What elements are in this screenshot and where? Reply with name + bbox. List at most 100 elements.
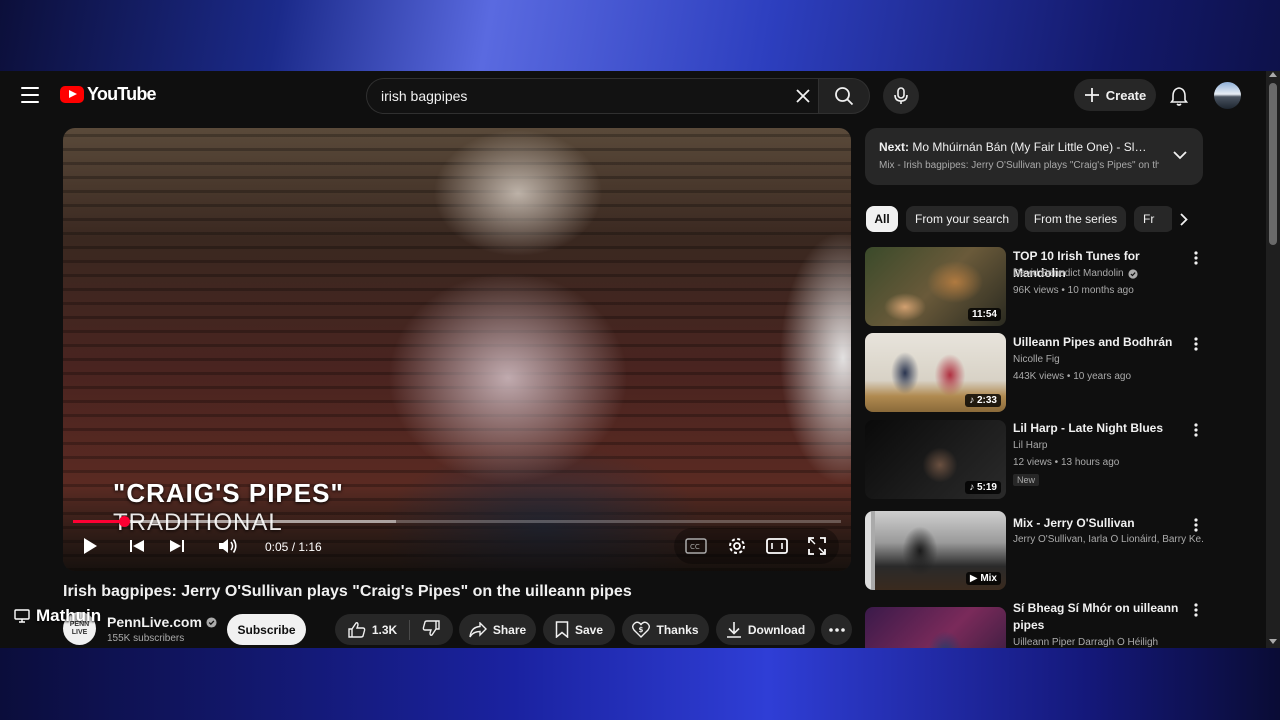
rec-mix-label: ▶ Mix (965, 572, 1001, 585)
logo-text: YouTube (87, 84, 157, 104)
create-button[interactable]: Create (1074, 79, 1156, 111)
rec-meta: 96K views • 10 months ago (1013, 285, 1134, 296)
progress-bar[interactable] (73, 516, 841, 527)
rec-mix-thumbnail[interactable]: ▶ Mix (865, 511, 1006, 590)
fullscreen-button[interactable] (803, 532, 831, 560)
expand-up-next-button[interactable] (1171, 146, 1189, 164)
volume-icon (219, 539, 237, 553)
skip-previous-icon (130, 540, 144, 552)
rec-channel[interactable]: Uilleann Piper Darragh Ó Héiligh (1013, 637, 1203, 648)
bell-icon (1170, 87, 1188, 106)
chevron-down-icon (1173, 150, 1187, 159)
chips-next-button[interactable] (1172, 206, 1196, 232)
rec-title[interactable]: Sí Bheag Sí Mhór on uilleann pipes (1013, 600, 1188, 634)
chip-truncated[interactable]: Fr (1134, 206, 1174, 232)
captions-icon: CC (685, 538, 707, 554)
rec-thumbnail[interactable]: ♪ 2:33 (865, 333, 1006, 412)
share-icon (469, 621, 487, 637)
save-label: Save (574, 622, 604, 637)
fullscreen-icon (808, 537, 826, 555)
thanks-label: Thanks (656, 622, 699, 637)
youtube-play-icon (60, 86, 84, 103)
rec-mix-text: Mix (980, 573, 997, 584)
chip-from-the-series[interactable]: From the series (1025, 206, 1126, 232)
search-button[interactable] (818, 78, 870, 114)
rec-thumbnail[interactable]: 11:54 (865, 247, 1006, 326)
masthead: YouTube Create (0, 71, 1266, 119)
chip-from-your-search[interactable]: From your search (906, 206, 1018, 232)
chip-all[interactable]: All (866, 206, 898, 232)
scroll-thumb[interactable] (1269, 83, 1277, 245)
rec-more-button[interactable] (1186, 334, 1206, 354)
account-avatar[interactable] (1214, 82, 1241, 109)
chevron-right-icon (1180, 212, 1188, 226)
rec-title[interactable]: Lil Harp - Late Night Blues (1013, 420, 1188, 437)
rec-more-button[interactable] (1186, 248, 1206, 268)
rec-meta: 443K views • 10 years ago (1013, 371, 1132, 382)
bookmark-icon (555, 621, 569, 638)
verified-icon (1128, 268, 1138, 279)
rec-channel[interactable]: Lil Harp (1013, 440, 1203, 451)
search-input[interactable] (381, 79, 781, 113)
thumbs-down-icon (422, 620, 440, 636)
notifications-button[interactable] (1164, 81, 1194, 111)
theater-mode-button[interactable] (763, 532, 791, 560)
more-vertical-icon (1194, 518, 1198, 532)
rec-duration: ♪ 2:33 (965, 394, 1001, 407)
share-button[interactable]: Share (459, 614, 536, 645)
scroll-up-arrow[interactable] (1269, 72, 1277, 77)
rec-channel[interactable]: Nicolle Fig (1013, 354, 1203, 365)
svg-text:$: $ (639, 626, 644, 634)
subscriber-count: 155K subscribers (107, 633, 185, 644)
download-icon (726, 622, 741, 638)
scroll-down-arrow[interactable] (1269, 639, 1277, 644)
progress-scrubber[interactable] (118, 516, 130, 527)
subscribe-button[interactable]: Subscribe (227, 614, 306, 645)
clear-search-button[interactable] (790, 83, 816, 109)
desktop-background-band (0, 648, 1280, 720)
rec-channel[interactable]: Jerry O'Sullivan, Iarla Ó Lionáird, Barr… (1013, 534, 1203, 545)
next-button[interactable] (163, 532, 191, 560)
more-vertical-icon (1194, 423, 1198, 437)
progress-played (73, 520, 124, 523)
thumbs-up-icon (348, 621, 366, 638)
dislike-button[interactable] (422, 619, 440, 640)
youtube-logo[interactable]: YouTube (60, 84, 157, 105)
thanks-button[interactable]: $ Thanks (622, 614, 709, 645)
time-display: 0:05 / 1:16 (265, 540, 322, 554)
like-count: 1.3K (371, 622, 398, 637)
more-horizontal-icon (828, 627, 845, 632)
youtube-window: YouTube Create "CRAIG'S PIPES" TRADITION… (0, 71, 1280, 648)
page-scrollbar[interactable] (1266, 71, 1280, 648)
previous-button[interactable] (123, 532, 151, 560)
rec-thumbnail[interactable]: ♪ 5:19 (865, 420, 1006, 499)
rec-thumbnail[interactable] (865, 607, 1006, 648)
rec-more-button[interactable] (1186, 420, 1206, 440)
mute-button[interactable] (214, 532, 242, 560)
rec-more-button[interactable] (1186, 515, 1206, 535)
rec-duration: ♪ 5:19 (965, 481, 1001, 494)
rec-title[interactable]: Mix - Jerry O'Sullivan (1013, 515, 1188, 532)
rec-more-button[interactable] (1186, 600, 1206, 620)
skip-next-icon (170, 540, 184, 552)
voice-search-button[interactable] (883, 78, 919, 114)
video-player[interactable]: "CRAIG'S PIPES" TRADITIONAL 0:05 / 1:16 … (63, 128, 851, 571)
play-button[interactable] (76, 532, 104, 560)
menu-icon[interactable] (20, 85, 40, 105)
more-actions-button[interactable] (821, 614, 852, 645)
up-next-panel[interactable]: Next: Mo Mhúirnán Bán (My Fair Little On… (865, 128, 1203, 185)
captions-button[interactable]: CC (682, 532, 710, 560)
settings-button[interactable] (723, 532, 751, 560)
rec-title[interactable]: Uilleann Pipes and Bodhrán (1013, 334, 1188, 351)
save-button[interactable]: Save (543, 614, 615, 645)
rec-channel[interactable]: David Benedict Mandolin (1013, 268, 1203, 279)
plus-icon (1084, 88, 1099, 102)
svg-text:CC: CC (690, 543, 700, 551)
download-button[interactable]: Download (716, 614, 815, 645)
like-button[interactable]: 1.3K (348, 621, 397, 639)
play-icon (84, 538, 97, 554)
video-overlay-title: "CRAIG'S PIPES" (113, 478, 344, 508)
channel-name[interactable]: PennLive.com (107, 614, 217, 630)
monitor-icon (14, 609, 30, 623)
channel-name-text: PennLive.com (107, 614, 202, 630)
